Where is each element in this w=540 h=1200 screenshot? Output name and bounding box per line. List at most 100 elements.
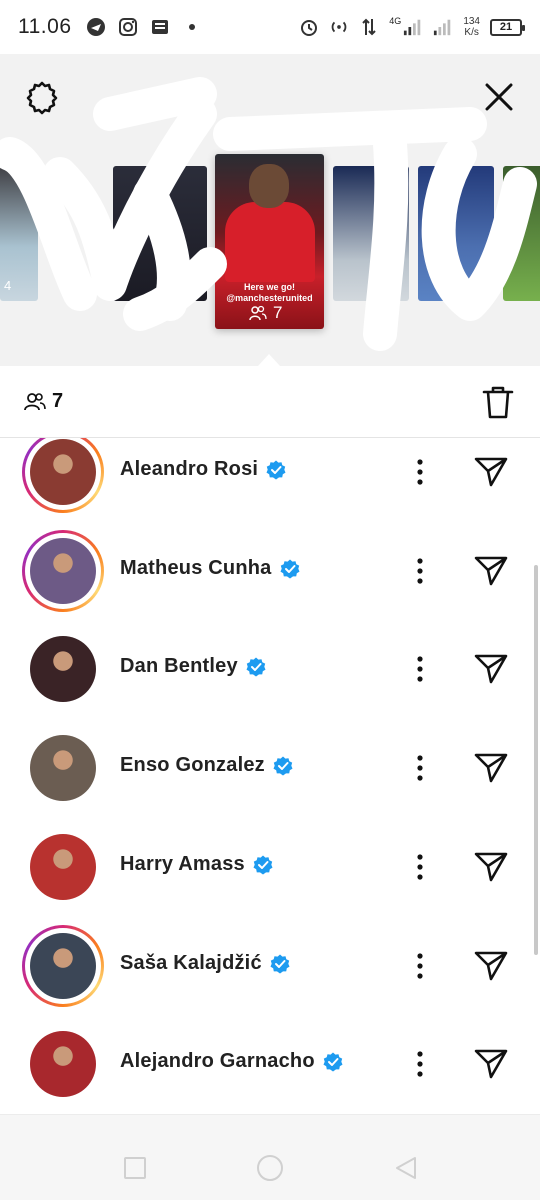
scrollbar[interactable] bbox=[534, 565, 538, 955]
send-message-button[interactable] bbox=[472, 947, 510, 985]
people-icon bbox=[249, 305, 267, 321]
signal-icon-1 bbox=[403, 17, 423, 37]
paper-plane-icon bbox=[474, 457, 508, 487]
verified-badge-icon bbox=[280, 559, 299, 578]
speed-unit: K/s bbox=[464, 27, 479, 38]
viewer-name-wrap[interactable]: Enso Gonzalez bbox=[120, 754, 293, 777]
story-thumbnail[interactable] bbox=[418, 166, 494, 301]
more-options-button[interactable] bbox=[405, 748, 435, 788]
viewer-name[interactable]: Dan Bentley bbox=[120, 655, 238, 678]
avatar-image bbox=[30, 834, 96, 900]
selected-story-thumbnail[interactable]: Here we go! @manchesterunited 7 bbox=[215, 154, 324, 329]
verified-badge-icon bbox=[246, 657, 266, 676]
viewer-row[interactable]: Enso Gonzalez bbox=[0, 718, 540, 817]
verified-badge-icon bbox=[253, 855, 273, 874]
avatar[interactable] bbox=[22, 628, 104, 710]
more-vertical-icon bbox=[417, 558, 423, 584]
viewer-row[interactable]: Harry Amass bbox=[0, 817, 540, 916]
more-options-button[interactable] bbox=[405, 452, 435, 492]
viewer-row[interactable]: Alejandro Garnacho bbox=[0, 1014, 540, 1113]
viewer-name[interactable]: Matheus Cunha bbox=[120, 557, 272, 580]
avatar[interactable] bbox=[22, 925, 104, 1007]
story-viewer-count: 7 bbox=[273, 303, 283, 322]
signal-icon-2 bbox=[433, 17, 453, 37]
viewer-name-wrap[interactable]: Dan Bentley bbox=[120, 655, 266, 678]
trash-icon bbox=[482, 386, 514, 418]
story-thumbnail[interactable] bbox=[503, 166, 540, 301]
viewer-row[interactable]: Saša Kalajdžić bbox=[0, 916, 540, 1015]
viewer-name-wrap[interactable]: Aleandro Rosi bbox=[120, 458, 286, 481]
avatar[interactable] bbox=[22, 727, 104, 809]
viewer-name-wrap[interactable]: Alejandro Garnacho bbox=[120, 1050, 343, 1073]
send-message-button[interactable] bbox=[472, 453, 510, 491]
viewers-list: Aleandro Rosi Matheus Cunha Dan Bentley … bbox=[0, 438, 540, 1114]
story-thumbnail[interactable]: 4 bbox=[0, 166, 38, 301]
close-icon bbox=[485, 83, 513, 111]
more-options-button[interactable] bbox=[405, 946, 435, 986]
avatar[interactable] bbox=[22, 826, 104, 908]
viewer-name[interactable]: Alejandro Garnacho bbox=[120, 1050, 315, 1073]
viewers-header: 7 bbox=[0, 366, 540, 438]
avatar-image bbox=[30, 538, 96, 604]
story-caption: Here we go! @manchesterunited bbox=[215, 282, 324, 304]
viewer-row[interactable]: Dan Bentley bbox=[0, 619, 540, 718]
hotspot-icon bbox=[329, 17, 349, 37]
more-options-button[interactable] bbox=[405, 847, 435, 887]
viewer-name-wrap[interactable]: Harry Amass bbox=[120, 853, 273, 876]
avatar-image bbox=[30, 735, 96, 801]
story-thumbnail[interactable] bbox=[113, 166, 207, 301]
avatar-image bbox=[30, 439, 96, 505]
more-options-button[interactable] bbox=[405, 649, 435, 689]
avatar-image bbox=[30, 1031, 96, 1097]
network-speed: 134 K/s bbox=[463, 16, 480, 38]
avatar[interactable] bbox=[22, 1023, 104, 1105]
status-time: 11.06 bbox=[18, 15, 72, 38]
speed-value: 134 bbox=[463, 16, 480, 27]
viewer-name-wrap[interactable]: Matheus Cunha bbox=[120, 557, 300, 580]
settings-button[interactable] bbox=[24, 80, 60, 116]
send-message-button[interactable] bbox=[472, 650, 510, 688]
chat-bubble-icon bbox=[86, 17, 106, 37]
dot-icon bbox=[182, 17, 202, 37]
avatar[interactable] bbox=[22, 530, 104, 612]
more-vertical-icon bbox=[417, 854, 423, 880]
story-thumbnail[interactable] bbox=[333, 166, 409, 301]
back-button[interactable] bbox=[394, 1155, 418, 1181]
battery-level: 21 bbox=[499, 21, 513, 33]
avatar-image bbox=[30, 636, 96, 702]
home-button[interactable] bbox=[257, 1155, 283, 1181]
more-vertical-icon bbox=[417, 953, 423, 979]
paper-plane-icon bbox=[474, 951, 508, 981]
viewer-name-wrap[interactable]: Saša Kalajdžić bbox=[120, 952, 290, 975]
paper-plane-icon bbox=[474, 654, 508, 684]
send-message-button[interactable] bbox=[472, 552, 510, 590]
avatar[interactable] bbox=[22, 438, 104, 513]
status-bar: 11.06 4G 134 K/s 21 bbox=[0, 0, 540, 54]
network-type: 4G bbox=[389, 16, 402, 26]
send-message-button[interactable] bbox=[472, 848, 510, 886]
verified-badge-icon bbox=[323, 1052, 343, 1071]
viewer-row[interactable]: Aleandro Rosi bbox=[0, 438, 540, 521]
more-vertical-icon bbox=[417, 1051, 423, 1077]
thumbnail-viewer-count: 4 bbox=[4, 278, 12, 293]
viewer-name[interactable]: Enso Gonzalez bbox=[120, 754, 265, 777]
more-vertical-icon bbox=[417, 459, 423, 485]
recent-apps-button[interactable] bbox=[124, 1157, 146, 1179]
gear-icon bbox=[26, 81, 58, 115]
notification-icons bbox=[86, 17, 202, 37]
send-message-button[interactable] bbox=[472, 749, 510, 787]
viewer-row[interactable]: Matheus Cunha bbox=[0, 521, 540, 620]
more-options-button[interactable] bbox=[405, 1044, 435, 1084]
selected-pointer bbox=[258, 354, 280, 366]
viewer-name[interactable]: Aleandro Rosi bbox=[120, 458, 258, 481]
send-message-button[interactable] bbox=[472, 1045, 510, 1083]
story-caption-line1: Here we go! bbox=[243, 282, 295, 292]
close-button[interactable] bbox=[482, 80, 516, 114]
more-options-button[interactable] bbox=[405, 551, 435, 591]
people-icon bbox=[24, 392, 46, 410]
more-vertical-icon bbox=[417, 656, 423, 682]
viewer-name[interactable]: Saša Kalajdžić bbox=[120, 952, 262, 975]
battery-icon: 21 bbox=[490, 18, 525, 36]
viewer-name[interactable]: Harry Amass bbox=[120, 853, 245, 876]
delete-story-button[interactable] bbox=[480, 384, 516, 420]
